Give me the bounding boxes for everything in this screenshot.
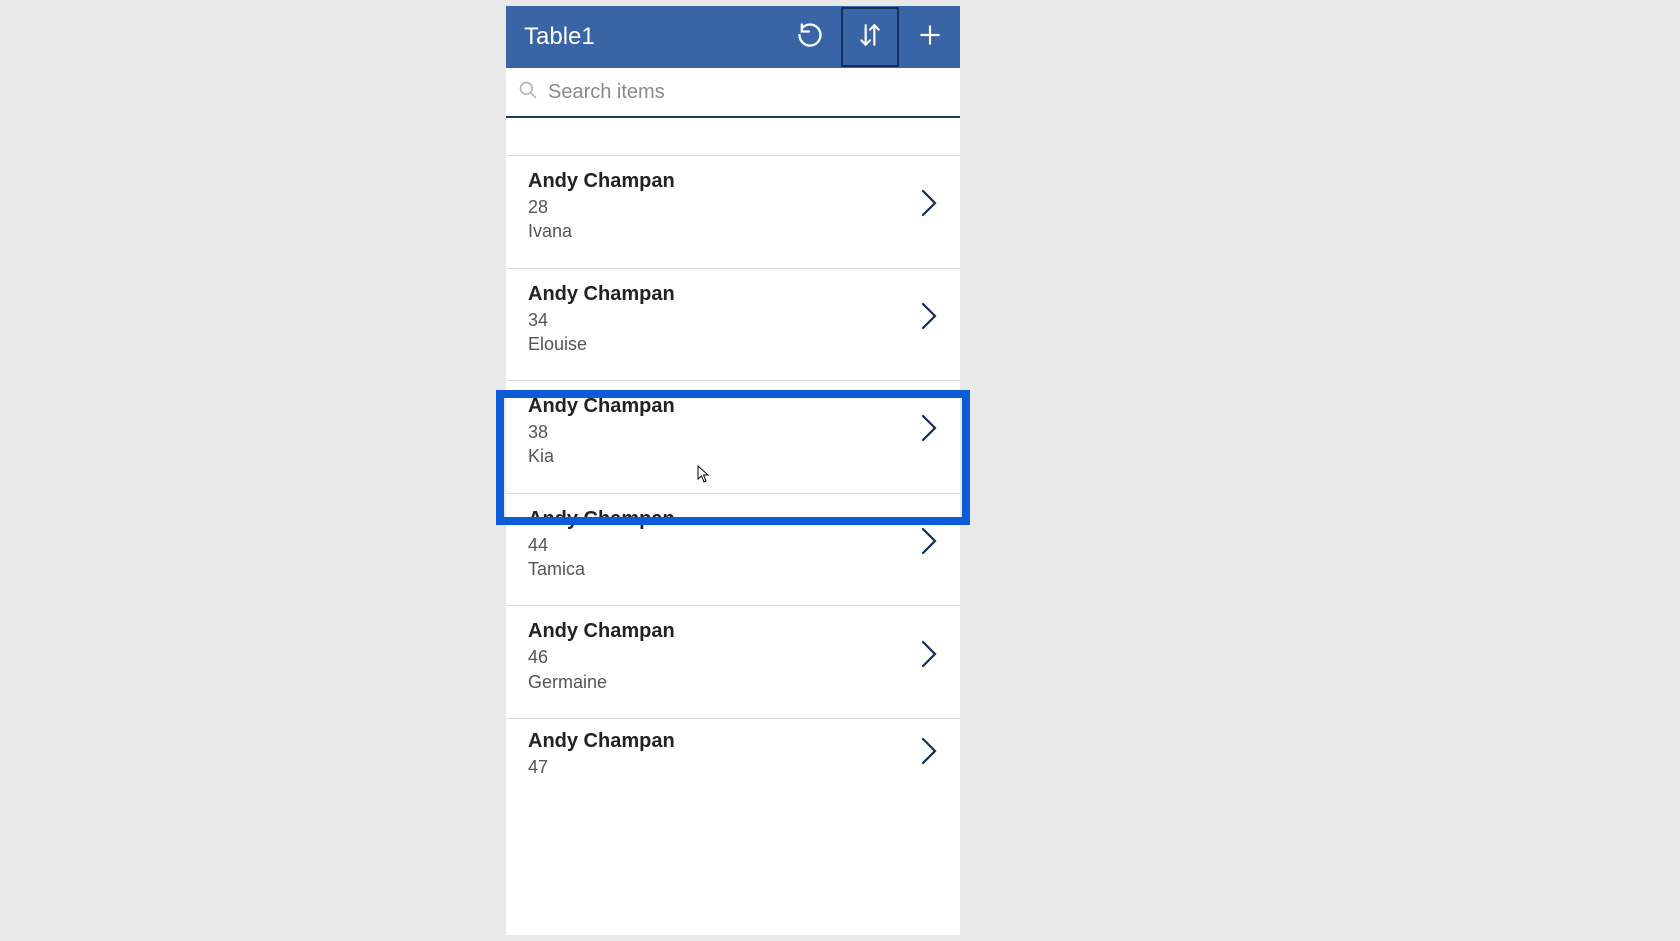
chevron-right-icon xyxy=(920,526,938,561)
app-header: Table1 xyxy=(506,6,960,68)
list-item-text: Andy Champan 28 Ivana xyxy=(528,168,906,244)
list-item-text: Andy Champan 38 Kia xyxy=(528,393,906,469)
list-item-text: Andy Champan 34 Elouise xyxy=(528,281,906,357)
app-stage: Table1 xyxy=(6,6,1674,935)
items-list[interactable]: Andy Champan 28 Ivana Andy Champan 34 El… xyxy=(506,156,960,935)
item-name: Andy Champan xyxy=(528,393,906,420)
list-item-text: Andy Champan 46 Germaine xyxy=(528,618,906,694)
chevron-right-icon xyxy=(920,188,938,223)
list-item[interactable]: Andy Champan 46 Germaine xyxy=(506,606,960,719)
search-icon xyxy=(518,80,538,105)
item-value: 44 xyxy=(528,533,906,557)
chevron-right-icon xyxy=(920,736,938,771)
list-item-text: Andy Champan 44 Tamica xyxy=(528,506,906,582)
item-sub: Germaine xyxy=(528,670,906,694)
list-item[interactable]: Andy Champan 47 xyxy=(506,719,960,777)
item-value: 47 xyxy=(528,755,906,779)
list-top-gap xyxy=(506,118,960,156)
sort-button[interactable] xyxy=(840,6,900,68)
item-name: Andy Champan xyxy=(528,168,906,195)
list-item-text: Andy Champan 47 xyxy=(528,728,906,779)
list-item[interactable]: Andy Champan 34 Elouise xyxy=(506,269,960,382)
item-name: Andy Champan xyxy=(528,281,906,308)
item-name: Andy Champan xyxy=(528,618,906,645)
refresh-button[interactable] xyxy=(780,6,840,68)
list-item[interactable]: Andy Champan 44 Tamica xyxy=(506,494,960,607)
app-container: Table1 xyxy=(506,6,960,935)
item-sub: Kia xyxy=(528,444,906,468)
plus-icon xyxy=(917,22,943,53)
refresh-icon xyxy=(796,21,824,54)
item-value: 34 xyxy=(528,308,906,332)
item-sub: Tamica xyxy=(528,557,906,581)
item-name: Andy Champan xyxy=(528,506,906,533)
chevron-right-icon xyxy=(920,301,938,336)
item-value: 46 xyxy=(528,645,906,669)
item-value: 38 xyxy=(528,420,906,444)
chevron-right-icon xyxy=(920,639,938,674)
page-title: Table1 xyxy=(524,23,780,51)
list-item[interactable]: Andy Champan 38 Kia xyxy=(506,381,960,494)
item-value: 28 xyxy=(528,195,906,219)
chevron-right-icon xyxy=(920,413,938,448)
list-item[interactable]: Andy Champan 28 Ivana xyxy=(506,156,960,269)
search-input[interactable] xyxy=(548,81,948,104)
search-bar[interactable] xyxy=(506,68,960,118)
item-name: Andy Champan xyxy=(528,728,906,755)
add-button[interactable] xyxy=(900,6,960,68)
sort-icon xyxy=(857,20,883,55)
item-sub: Ivana xyxy=(528,219,906,243)
item-sub: Elouise xyxy=(528,332,906,356)
